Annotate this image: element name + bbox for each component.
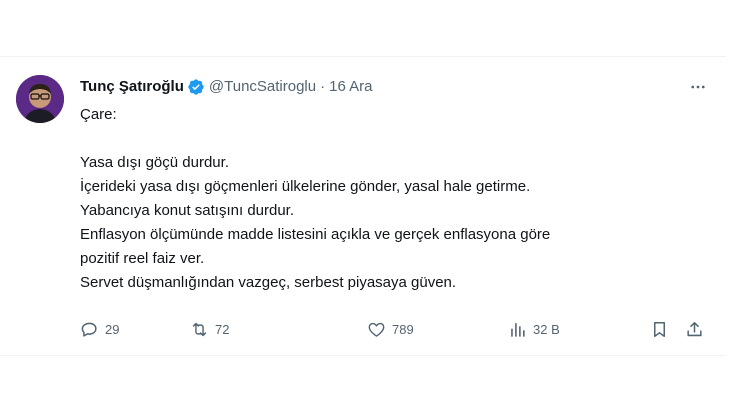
tweet-line-blank xyxy=(80,127,700,151)
tweet-line: pozitif reel faiz ver. xyxy=(80,250,205,267)
separator-dot: · xyxy=(320,78,326,95)
tweet-header: Tunç Şatıroğlu @TuncSatiroglu · 16 Ara xyxy=(80,77,373,97)
verified-badge-icon xyxy=(187,78,205,96)
tweet-actions: 29 72 789 32 B xyxy=(80,319,710,339)
tweet-card[interactable]: Tunç Şatıroğlu @TuncSatiroglu · 16 Ara Ç… xyxy=(0,56,726,356)
like-button[interactable]: 789 xyxy=(367,319,414,339)
bookmark-icon xyxy=(653,321,666,337)
views-button[interactable]: 32 B xyxy=(508,319,560,339)
author-handle[interactable]: @TuncSatiroglu xyxy=(209,77,316,97)
like-count: 789 xyxy=(392,321,414,337)
reply-count: 29 xyxy=(105,321,120,337)
author-name[interactable]: Tunç Şatıroğlu xyxy=(80,77,184,97)
avatar[interactable] xyxy=(16,75,64,123)
views-count: 32 B xyxy=(533,321,560,337)
bookmark-button[interactable] xyxy=(650,319,669,339)
share-icon xyxy=(687,321,702,336)
more-options-button[interactable] xyxy=(686,75,710,99)
tweet-line: Servet düşmanlığından vazgeç, serbest pi… xyxy=(80,274,457,291)
share-button[interactable] xyxy=(685,319,704,339)
tweet-line: Enflasyon ölçümünde madde listesini açık… xyxy=(80,226,551,243)
avatar-portrait-icon xyxy=(16,75,64,123)
views-chart-icon xyxy=(511,322,525,337)
tweet-line: Çare: xyxy=(80,106,117,123)
tweet-line: Yabancıya konut satışını durdur. xyxy=(80,202,295,219)
tweet-text: Çare: Yasa dışı göçü durdur. İçerideki y… xyxy=(80,103,700,295)
heart-icon xyxy=(368,322,385,337)
retweet-icon xyxy=(192,322,207,336)
tweet-line: Yasa dışı göçü durdur. xyxy=(80,154,229,171)
more-options-icon xyxy=(691,85,705,89)
retweet-count: 72 xyxy=(215,321,230,337)
reply-button[interactable]: 29 xyxy=(80,319,119,339)
tweet-line: İçerideki yasa dışı göçmenleri ülkelerin… xyxy=(80,178,531,195)
retweet-button[interactable]: 72 xyxy=(190,319,229,339)
reply-icon xyxy=(81,322,97,337)
tweet-date[interactable]: 16 Ara xyxy=(329,77,372,97)
